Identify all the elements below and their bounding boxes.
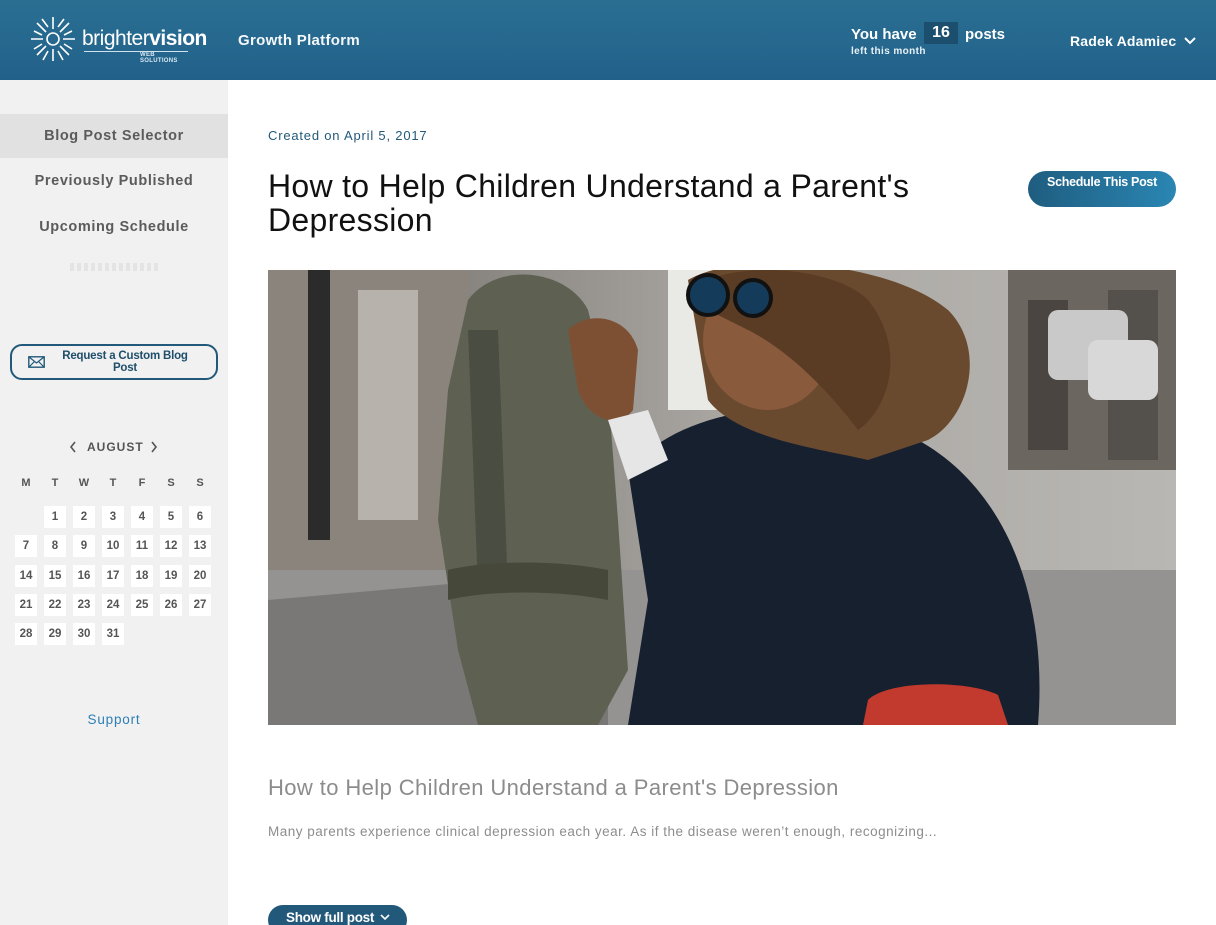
calendar-day[interactable]: 27 bbox=[189, 594, 211, 616]
calendar-day[interactable]: 28 bbox=[15, 623, 37, 645]
request-button-label: Request a Custom Blog Post bbox=[62, 350, 188, 374]
calendar-day[interactable]: 20 bbox=[189, 565, 211, 587]
calendar-day[interactable]: 13 bbox=[189, 535, 211, 557]
calendar-day[interactable]: 11 bbox=[131, 535, 153, 557]
request-custom-post-button[interactable]: Request a Custom Blog Post bbox=[10, 344, 218, 380]
calendar-day[interactable]: 3 bbox=[102, 506, 124, 528]
calendar-header: AUGUST bbox=[0, 438, 228, 458]
show-full-post-button[interactable]: Show full post bbox=[268, 905, 407, 925]
calendar-day[interactable]: 16 bbox=[73, 565, 95, 587]
post-subtitle: How to Help Children Understand a Parent… bbox=[268, 775, 839, 800]
calendar-day[interactable]: 15 bbox=[44, 565, 66, 587]
calendar-day[interactable]: 5 bbox=[160, 506, 182, 528]
posts-prefix: You have bbox=[851, 26, 917, 43]
calendar-day[interactable]: 21 bbox=[15, 594, 37, 616]
calendar-day[interactable]: 6 bbox=[189, 506, 211, 528]
calendar-day[interactable]: 14 bbox=[15, 565, 37, 587]
sidebar-item-upcoming-schedule[interactable]: Upcoming Schedule bbox=[0, 205, 228, 249]
show-button-label: Show full post bbox=[286, 910, 375, 925]
posts-suffix: posts bbox=[965, 26, 1006, 43]
calendar-day[interactable]: 19 bbox=[160, 565, 182, 587]
calendar-day[interactable]: 1 bbox=[44, 506, 66, 528]
sidebar: Blog Post Selector Previously Published … bbox=[0, 80, 228, 925]
calendar-day[interactable]: 7 bbox=[15, 535, 37, 557]
calendar-day[interactable]: 24 bbox=[102, 594, 124, 616]
calendar-month: AUGUST bbox=[87, 440, 144, 454]
calendar-day[interactable]: 25 bbox=[131, 594, 153, 616]
calendar-day[interactable]: 2 bbox=[73, 506, 95, 528]
calendar-weekday: F bbox=[138, 477, 146, 489]
calendar-day[interactable]: 18 bbox=[131, 565, 153, 587]
top-header: brightervision WEB SOLUTIONS Growth Plat… bbox=[0, 0, 1216, 80]
brighter-vision-logo[interactable]: brightervision WEB SOLUTIONS bbox=[28, 13, 207, 67]
envelope-icon bbox=[28, 356, 45, 368]
calendar-day[interactable]: 10 bbox=[102, 535, 124, 557]
post-hero-image bbox=[268, 270, 1176, 725]
calendar-day[interactable]: 17 bbox=[102, 565, 124, 587]
sidebar-item-previously-published[interactable]: Previously Published bbox=[0, 159, 228, 203]
calendar-weekday: T bbox=[51, 477, 59, 489]
chevron-down-icon bbox=[379, 914, 390, 921]
calendar-weekday: W bbox=[78, 477, 90, 489]
calendar-day[interactable]: 22 bbox=[44, 594, 66, 616]
post-title: How to Help Children Understand a Parent… bbox=[268, 168, 910, 238]
calendar-day[interactable]: 12 bbox=[160, 535, 182, 557]
calendar-weekday: S bbox=[196, 477, 204, 489]
support-link[interactable]: Support bbox=[0, 712, 228, 727]
calendar-day[interactable]: 29 bbox=[44, 623, 66, 645]
platform-title: Growth Platform bbox=[238, 32, 361, 49]
starburst-logo-icon bbox=[31, 17, 75, 61]
posts-count-badge: 16 bbox=[924, 22, 958, 44]
logo-subtext: WEB SOLUTIONS bbox=[140, 52, 178, 64]
schedule-post-button[interactable]: Schedule This Post bbox=[1028, 171, 1176, 207]
logo-wordmark: brightervision bbox=[82, 27, 207, 50]
chevron-down-icon[interactable] bbox=[1184, 36, 1196, 46]
user-menu[interactable]: Radek Adamiec bbox=[1070, 33, 1176, 49]
post-excerpt: Many parents experience clinical depress… bbox=[268, 824, 938, 839]
posts-subtext: left this month bbox=[851, 46, 926, 57]
calendar-day[interactable]: 26 bbox=[160, 594, 182, 616]
chevron-left-icon[interactable] bbox=[69, 441, 77, 453]
faded-divider bbox=[70, 263, 160, 271]
calendar-weekday: T bbox=[109, 477, 117, 489]
calendar-day[interactable]: 23 bbox=[73, 594, 95, 616]
calendar-weekday: S bbox=[167, 477, 175, 489]
calendar-day[interactable]: 31 bbox=[102, 623, 124, 645]
chevron-right-icon[interactable] bbox=[150, 441, 158, 453]
calendar-day[interactable]: 9 bbox=[73, 535, 95, 557]
calendar-day[interactable]: 4 bbox=[131, 506, 153, 528]
calendar-day[interactable]: 8 bbox=[44, 535, 66, 557]
calendar-day[interactable]: 30 bbox=[73, 623, 95, 645]
created-date: Created on April 5, 2017 bbox=[268, 128, 428, 143]
sidebar-item-blog-post-selector[interactable]: Blog Post Selector bbox=[0, 114, 228, 158]
posts-remaining: You have 16 posts left this month bbox=[851, 22, 1021, 62]
calendar-weekday: M bbox=[21, 477, 31, 489]
hero-photo bbox=[268, 270, 1176, 725]
